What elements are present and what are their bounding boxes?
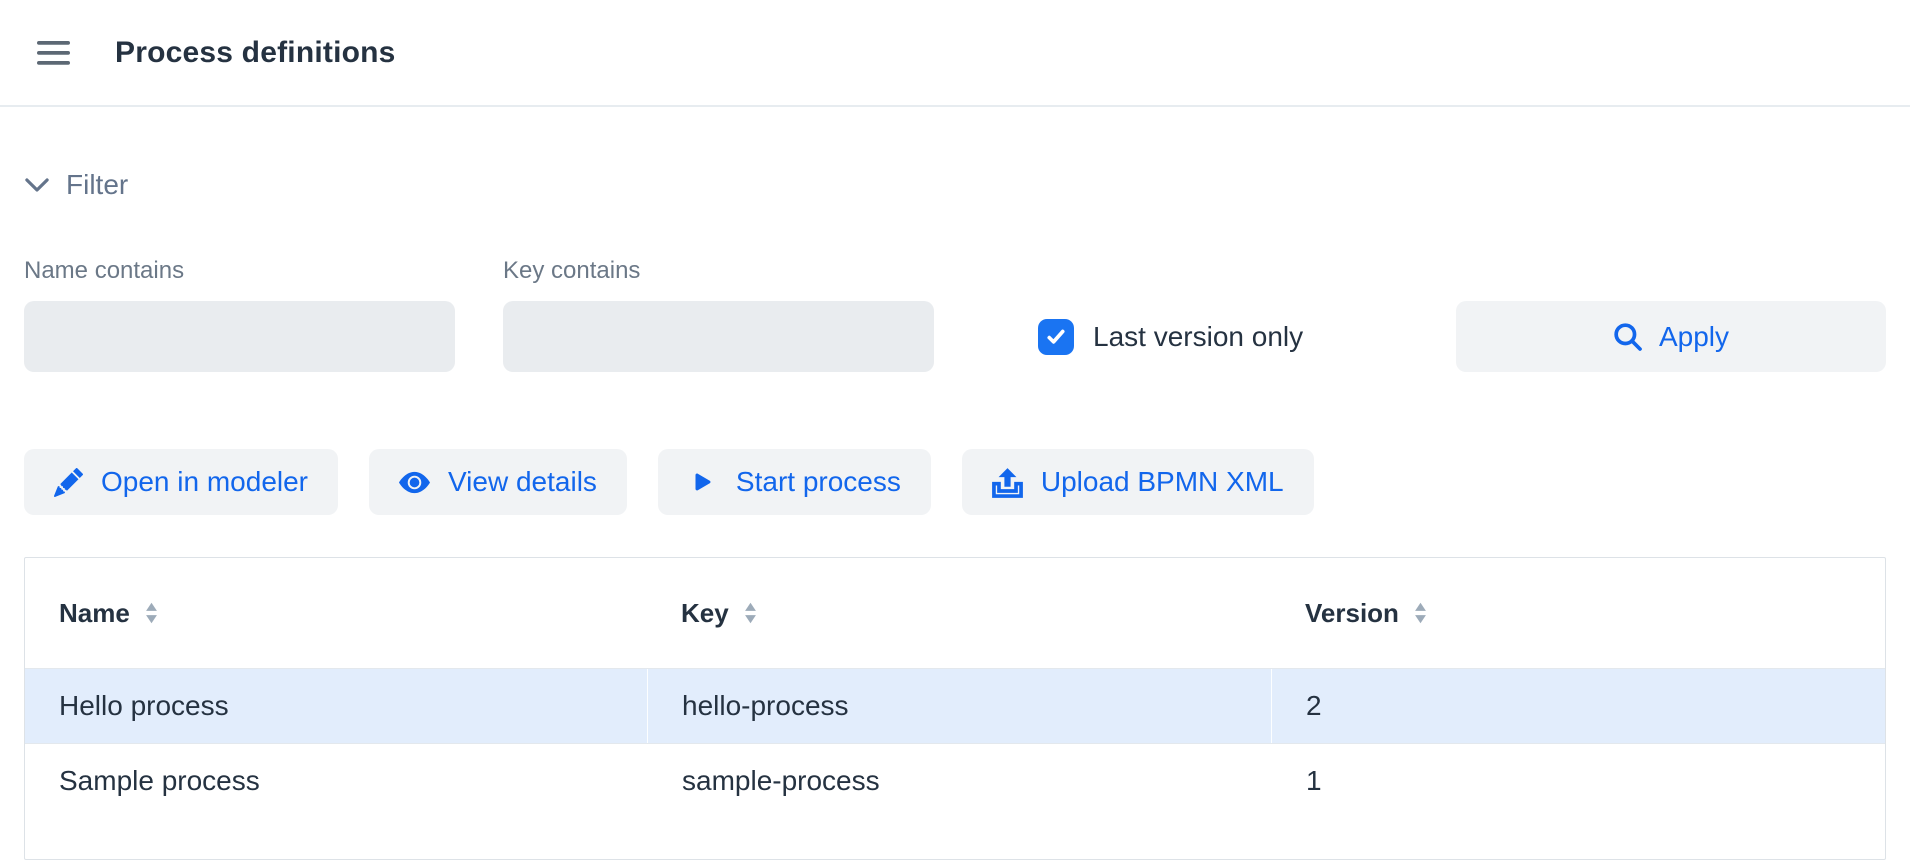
filter-section-toggle[interactable]: Filter [24, 169, 128, 201]
apply-button[interactable]: Apply [1456, 301, 1886, 372]
upload-bpmn-xml-button[interactable]: Upload BPMN XML [962, 449, 1314, 515]
hamburger-menu-button[interactable] [37, 40, 71, 66]
sort-icon [744, 602, 757, 624]
column-header-name[interactable]: Name [25, 558, 647, 668]
search-icon [1613, 322, 1643, 352]
column-header-key[interactable]: Key [647, 558, 1271, 668]
cell-key: hello-process [647, 669, 1271, 743]
main-content: Filter Name contains Key contains Last v… [0, 169, 1910, 860]
column-header-name-label: Name [59, 598, 130, 629]
upload-icon [992, 467, 1023, 498]
name-contains-field: Name contains [24, 257, 455, 372]
last-version-only-checkbox[interactable]: Last version only [1038, 319, 1303, 355]
key-contains-input[interactable] [503, 301, 934, 372]
filter-form: Name contains Key contains Last version … [24, 257, 1886, 372]
eye-icon [399, 467, 430, 498]
start-process-button[interactable]: Start process [658, 449, 931, 515]
cell-name: Hello process [25, 669, 647, 743]
checkbox-checked-icon[interactable] [1038, 319, 1074, 355]
upload-bpmn-xml-label: Upload BPMN XML [1041, 466, 1284, 498]
name-contains-input[interactable] [24, 301, 455, 372]
hamburger-icon [37, 40, 71, 66]
column-header-key-label: Key [681, 598, 729, 629]
filter-section-label: Filter [66, 169, 128, 201]
cell-name: Sample process [25, 744, 647, 818]
last-version-only-label[interactable]: Last version only [1093, 321, 1303, 353]
cell-version: 2 [1271, 669, 1885, 743]
view-details-label: View details [448, 466, 597, 498]
open-in-modeler-button[interactable]: Open in modeler [24, 449, 338, 515]
key-contains-label: Key contains [503, 257, 934, 285]
column-header-version[interactable]: Version [1271, 558, 1885, 668]
key-contains-field: Key contains [503, 257, 934, 372]
process-definitions-page: Process definitions Filter Name contains… [0, 0, 1910, 860]
page-title: Process definitions [115, 36, 396, 70]
pencil-icon [54, 468, 83, 497]
table-row[interactable]: Hello process hello-process 2 [25, 668, 1885, 743]
action-buttons-row: Open in modeler View details Start pr [24, 449, 1886, 515]
sort-icon [145, 602, 158, 624]
process-definitions-table: Name Key [24, 557, 1886, 860]
topbar: Process definitions [0, 0, 1910, 107]
cell-version: 1 [1271, 744, 1885, 818]
apply-button-label: Apply [1659, 321, 1729, 353]
start-process-label: Start process [736, 466, 901, 498]
cell-key: sample-process [647, 744, 1271, 818]
play-icon [688, 467, 718, 497]
view-details-button[interactable]: View details [369, 449, 627, 515]
table-row[interactable]: Sample process sample-process 1 [25, 743, 1885, 818]
column-header-version-label: Version [1305, 598, 1399, 629]
name-contains-label: Name contains [24, 257, 455, 285]
table-header-row: Name Key [25, 558, 1885, 668]
sort-icon [1414, 602, 1427, 624]
open-in-modeler-label: Open in modeler [101, 466, 308, 498]
chevron-down-icon [24, 176, 50, 194]
